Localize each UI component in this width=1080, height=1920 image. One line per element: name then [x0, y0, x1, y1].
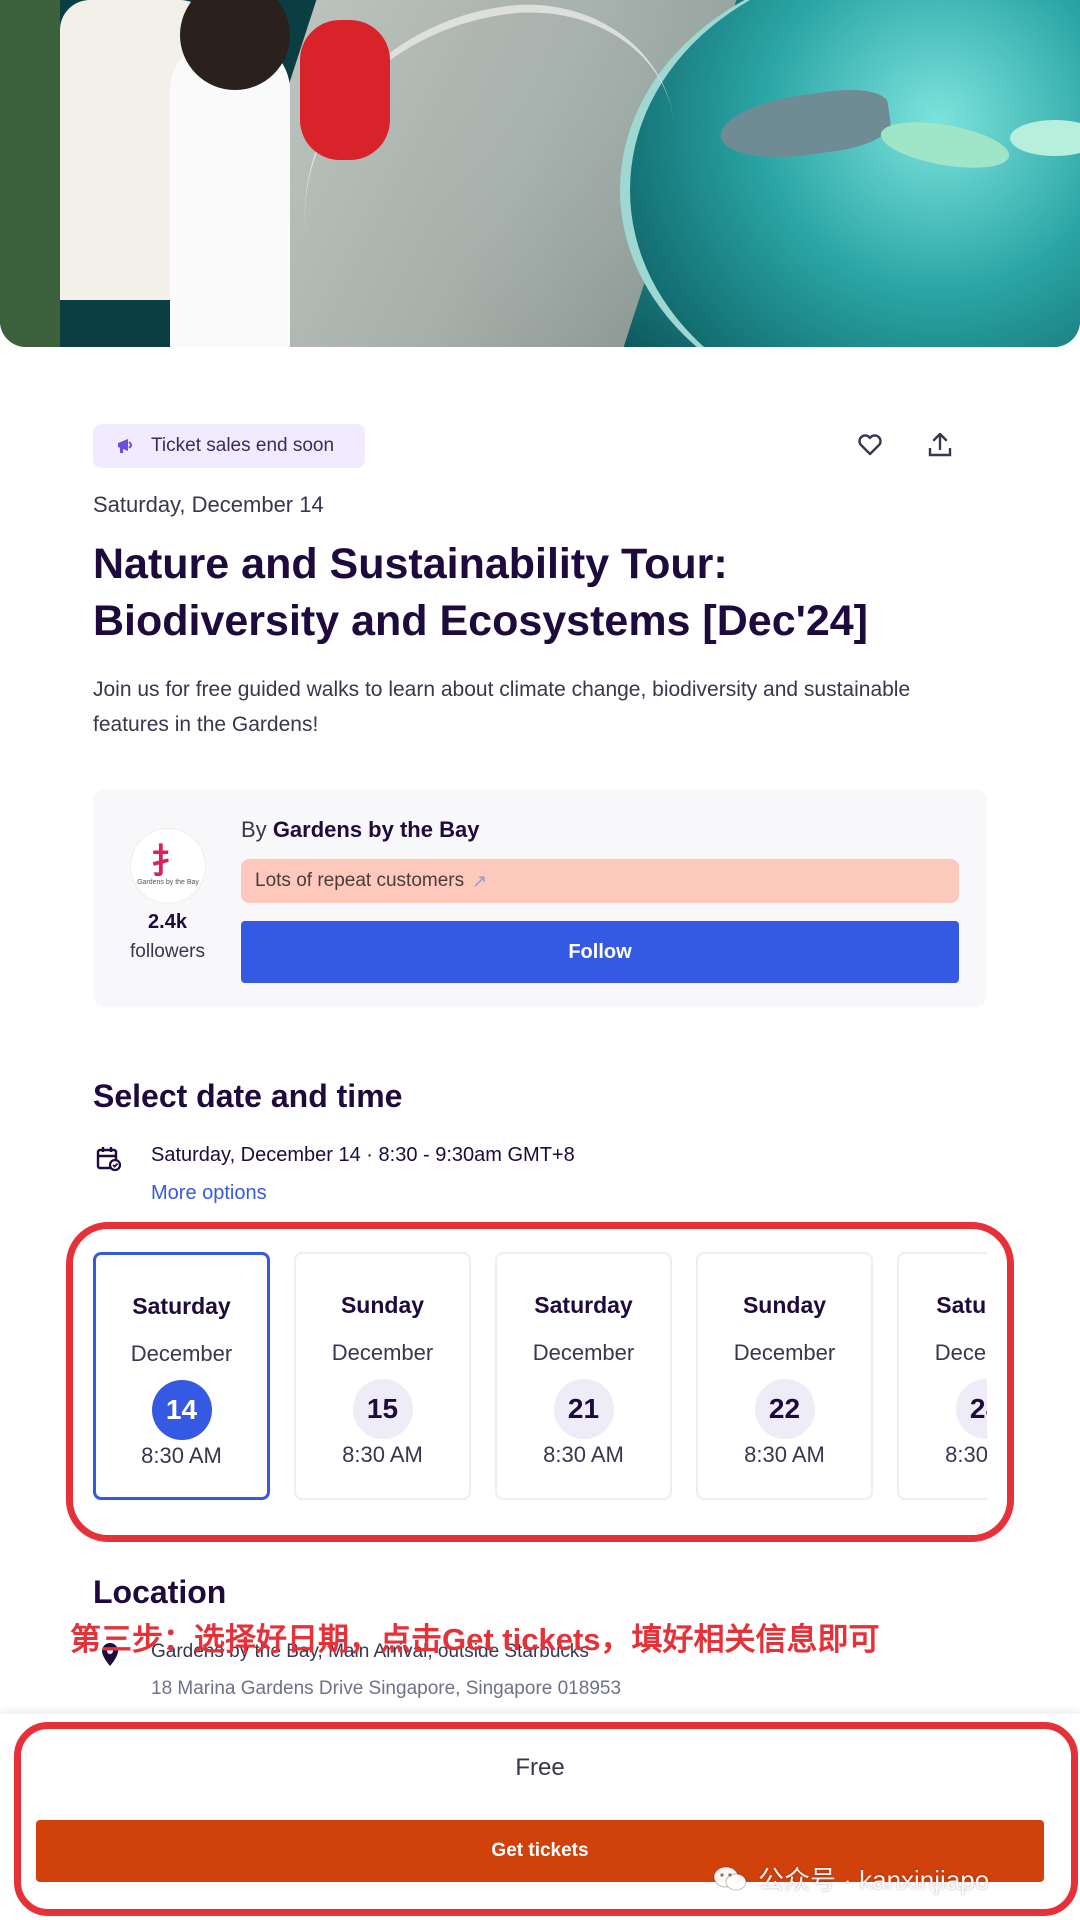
heart-icon[interactable] — [853, 428, 887, 462]
more-options-link[interactable]: More options — [151, 1182, 267, 1205]
repeat-customers-badge: Lots of repeat customers ↗ — [241, 859, 959, 903]
organizer-logo[interactable]: ⺘ Gardens by the Bay — [131, 829, 205, 903]
location-heading: Location — [93, 1574, 227, 1610]
ticket-sales-badge: Ticket sales end soon — [93, 424, 365, 468]
select-date-heading: Select date and time — [93, 1078, 403, 1114]
venue-address: 18 Marina Gardens Drive Singapore, Singa… — [151, 1678, 622, 1699]
trend-icon: ↗ — [472, 870, 488, 891]
event-date-line: Saturday, December 14 — [93, 492, 324, 517]
follow-button[interactable]: Follow — [241, 921, 959, 983]
event-hero-image — [0, 0, 1080, 347]
calendar-icon — [96, 1146, 124, 1174]
badge-label: Ticket sales end soon — [151, 435, 335, 456]
followers-count: 2.4k — [148, 911, 187, 933]
event-title: Nature and Sustainability Tour: Biodiver… — [93, 540, 868, 645]
selected-date-detail: Saturday, December 14 · 8:30 - 9:30am GM… — [151, 1144, 575, 1166]
event-summary: Join us for free guided walks to learn a… — [93, 678, 911, 736]
followers-label: followers — [130, 941, 205, 962]
annotation-highlight-dates — [66, 1222, 1014, 1542]
wechat-watermark: 公众号 · kanxinjiapo — [712, 1860, 989, 1897]
annotation-step-three: 第三步：选择好日期，点击Get tickets，填好相关信息即可 — [70, 1622, 880, 1657]
share-icon[interactable] — [923, 428, 957, 462]
megaphone-icon — [115, 435, 137, 457]
event-page: Ticket sales end soon Saturday, December… — [0, 0, 1080, 1920]
organizer-name[interactable]: Gardens by the Bay — [273, 817, 480, 842]
organizer-card: ⺘ Gardens by the Bay 2.4k followers By G… — [93, 789, 987, 1007]
wechat-icon — [713, 1866, 747, 1890]
organizer-by-line: By Gardens by the Bay — [241, 817, 480, 842]
